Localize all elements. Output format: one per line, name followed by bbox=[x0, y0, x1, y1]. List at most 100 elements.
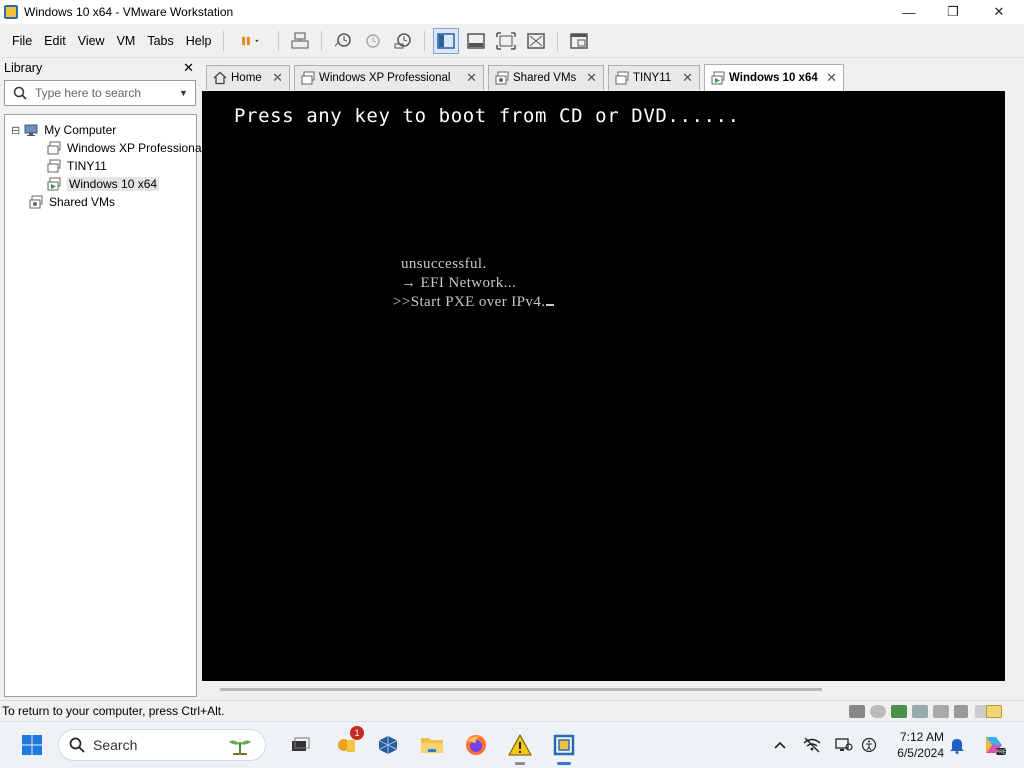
printer-icon[interactable] bbox=[933, 705, 949, 718]
file-explorer-button[interactable] bbox=[418, 731, 446, 759]
minimize-button[interactable]: — bbox=[886, 0, 932, 24]
close-icon[interactable]: ✕ bbox=[682, 70, 693, 86]
maximize-button[interactable]: ❐ bbox=[930, 0, 976, 24]
hard-disk-icon[interactable] bbox=[849, 705, 865, 718]
scrollbar-thumb[interactable] bbox=[220, 688, 822, 691]
full-screen-button[interactable] bbox=[493, 28, 519, 54]
window-title: Windows 10 x64 - VMware Workstation bbox=[24, 5, 234, 19]
library-search[interactable]: Type here to search ▼ bbox=[4, 80, 196, 106]
tab-windows-xp[interactable]: Windows XP Professional ✕ bbox=[294, 65, 484, 90]
taskbar: Search 1 7:12 AM 6/5/2024 PRE bbox=[0, 721, 1024, 768]
snapshot-manager-button[interactable] bbox=[390, 28, 416, 54]
display-settings-button[interactable] bbox=[835, 736, 853, 754]
status-message: To return to your computer, press Ctrl+A… bbox=[2, 704, 225, 718]
menu-edit[interactable]: Edit bbox=[38, 24, 72, 58]
warning-app-button[interactable] bbox=[506, 731, 534, 765]
efi-status-line: → EFI Network... bbox=[401, 275, 517, 291]
menu-toolbar: File Edit View VM Tabs Help bbox=[0, 24, 1024, 58]
notifications-button[interactable] bbox=[948, 736, 966, 754]
tree-item-shared-vms[interactable]: Shared VMs bbox=[29, 193, 115, 211]
vm-console[interactable]: Press any key to boot from CD or DVD....… bbox=[202, 91, 1005, 681]
unity-button[interactable] bbox=[523, 28, 549, 54]
console-horizontal-scrollbar[interactable] bbox=[202, 681, 1024, 700]
tab-label: Windows 10 x64 bbox=[729, 72, 818, 84]
search-highlight-icon bbox=[229, 740, 251, 755]
tree-item-tiny11[interactable]: TINY11 bbox=[47, 157, 107, 175]
accessibility-button[interactable] bbox=[860, 736, 878, 754]
unity-icon bbox=[527, 32, 546, 49]
pause-icon bbox=[242, 36, 260, 45]
virtualbox-icon bbox=[378, 736, 398, 754]
display-settings-icon bbox=[835, 738, 853, 751]
tab-shared-vms[interactable]: Shared VMs ✕ bbox=[488, 65, 604, 90]
menu-help[interactable]: Help bbox=[180, 24, 218, 58]
library-search-input[interactable]: Type here to search bbox=[35, 86, 179, 100]
notification-app-button[interactable]: 1 bbox=[332, 726, 364, 759]
toolbar-separator bbox=[557, 30, 559, 51]
chevron-down-icon[interactable]: ▼ bbox=[179, 88, 195, 98]
tab-windows-10[interactable]: Windows 10 x64 ✕ bbox=[704, 64, 844, 91]
copilot-button[interactable]: PRE bbox=[982, 733, 1006, 757]
library-close-button[interactable]: ✕ bbox=[183, 60, 194, 76]
snapshot-manager-icon bbox=[394, 32, 412, 48]
send-ctrl-alt-del-button[interactable] bbox=[287, 28, 313, 54]
tab-tiny11[interactable]: TINY11 ✕ bbox=[608, 65, 700, 90]
tree-item-windows-xp[interactable]: Windows XP Professional bbox=[47, 139, 204, 157]
tab-home[interactable]: Home ✕ bbox=[206, 65, 290, 90]
boot-prompt: Press any key to boot from CD or DVD....… bbox=[234, 105, 740, 127]
title-bar: Windows 10 x64 - VMware Workstation — ❐ … bbox=[0, 0, 1024, 24]
console-view-button[interactable] bbox=[566, 28, 592, 54]
console-view-icon bbox=[570, 32, 589, 49]
menu-file[interactable]: File bbox=[6, 24, 38, 58]
pause-button[interactable] bbox=[232, 28, 270, 54]
accessibility-icon bbox=[861, 737, 877, 753]
take-snapshot-button[interactable] bbox=[330, 28, 356, 54]
tree-item-label: Windows XP Professional bbox=[67, 141, 205, 155]
network-status-button[interactable] bbox=[803, 736, 821, 754]
task-view-button[interactable] bbox=[286, 731, 314, 759]
notification-badge: 1 bbox=[350, 726, 364, 740]
menu-view[interactable]: View bbox=[72, 24, 111, 58]
cd-dvd-icon[interactable] bbox=[870, 705, 886, 718]
close-icon[interactable]: ✕ bbox=[826, 70, 837, 86]
message-log-icon[interactable] bbox=[986, 705, 1002, 718]
close-icon[interactable]: ✕ bbox=[586, 70, 597, 86]
status-bar: To return to your computer, press Ctrl+A… bbox=[0, 700, 1024, 721]
close-icon[interactable]: ✕ bbox=[272, 70, 283, 86]
start-button[interactable] bbox=[18, 731, 46, 759]
menu-tabs[interactable]: Tabs bbox=[141, 24, 179, 58]
clock-time: 7:12 AM bbox=[899, 730, 944, 744]
start-icon bbox=[22, 735, 42, 755]
vm-icon bbox=[47, 159, 61, 173]
usb-icon[interactable] bbox=[912, 705, 928, 718]
computer-icon bbox=[24, 124, 38, 136]
network-adapter-icon[interactable] bbox=[891, 705, 907, 718]
tree-item-windows-10[interactable]: Windows 10 x64 bbox=[47, 175, 160, 193]
menu-vm[interactable]: VM bbox=[111, 24, 142, 58]
sound-card-icon[interactable] bbox=[954, 705, 968, 718]
show-hidden-icons-button[interactable] bbox=[771, 736, 789, 754]
taskbar-search[interactable]: Search bbox=[58, 729, 266, 761]
show-library-button[interactable] bbox=[433, 27, 460, 54]
vm-running-icon bbox=[711, 71, 725, 85]
copilot-icon: PRE bbox=[986, 737, 1006, 756]
virtualbox-button[interactable] bbox=[374, 731, 402, 759]
running-indicator bbox=[515, 762, 525, 765]
collapse-icon[interactable]: ⊟ bbox=[11, 124, 20, 137]
efi-pxe-line: >>Start PXE over IPv4. bbox=[393, 294, 555, 311]
network-off-icon bbox=[803, 737, 821, 753]
thumbnail-bar-button[interactable] bbox=[463, 28, 489, 54]
search-icon bbox=[5, 86, 35, 100]
close-icon[interactable]: ✕ bbox=[466, 70, 477, 86]
vmware-button[interactable] bbox=[550, 731, 578, 765]
revert-snapshot-button[interactable] bbox=[360, 28, 386, 54]
taskbar-search-label: Search bbox=[93, 737, 138, 753]
tree-item-my-computer[interactable]: ⊟ My Computer bbox=[11, 121, 116, 139]
vm-icon bbox=[301, 71, 315, 85]
firefox-button[interactable] bbox=[462, 731, 490, 759]
clock[interactable]: 7:12 AM 6/5/2024 bbox=[888, 729, 944, 761]
send-ctrl-alt-del-icon bbox=[291, 32, 309, 48]
close-button[interactable]: ✕ bbox=[976, 0, 1022, 24]
toolbar-separator bbox=[223, 30, 225, 51]
svg-text:PRE: PRE bbox=[996, 750, 1006, 756]
